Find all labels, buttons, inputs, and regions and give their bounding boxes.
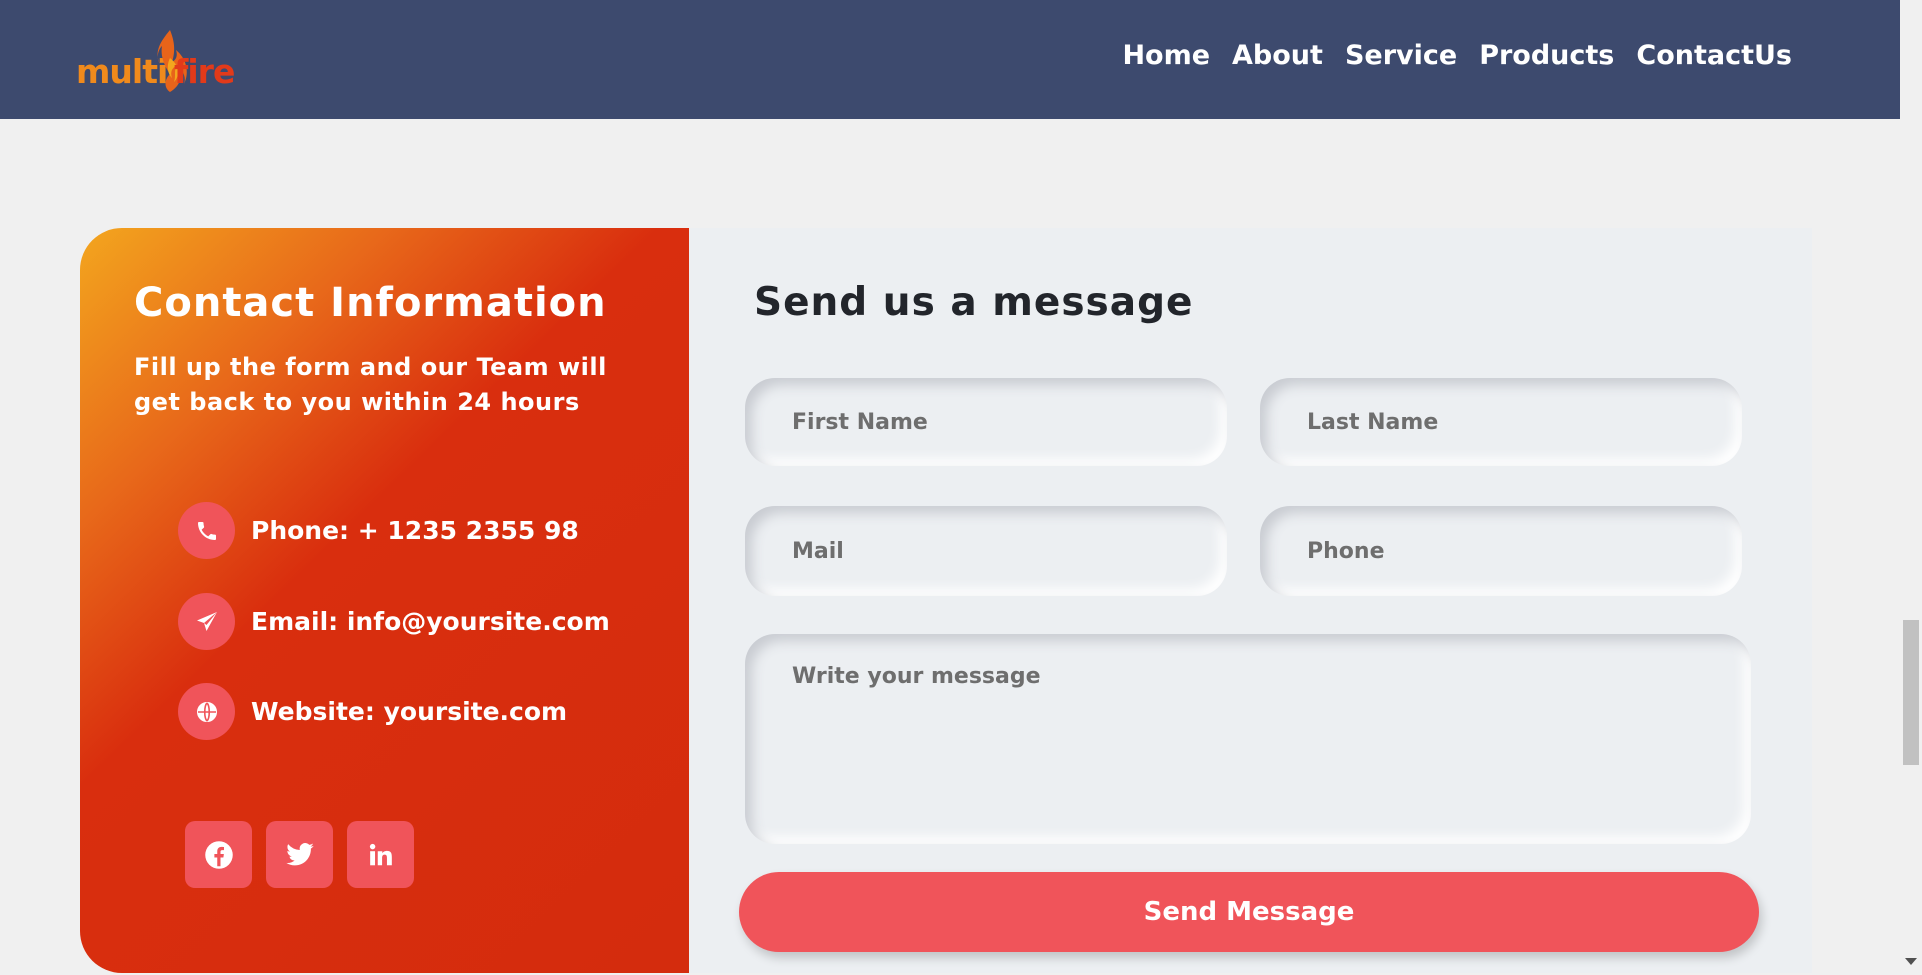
scrollbar[interactable] bbox=[1900, 0, 1922, 975]
phone-input[interactable] bbox=[1260, 506, 1742, 596]
first-name-field[interactable] bbox=[745, 378, 1227, 466]
scroll-down-arrow-icon[interactable] bbox=[1905, 958, 1917, 965]
nav-service[interactable]: Service bbox=[1345, 40, 1457, 71]
nav-about[interactable]: About bbox=[1232, 40, 1323, 71]
phone-text: Phone: + 1235 2355 98 bbox=[251, 516, 579, 545]
first-name-input[interactable] bbox=[745, 378, 1227, 466]
phone-field[interactable] bbox=[1260, 506, 1742, 596]
last-name-input[interactable] bbox=[1260, 378, 1742, 466]
contact-info-title: Contact Information bbox=[134, 280, 607, 326]
globe-icon bbox=[178, 683, 235, 740]
contact-info-panel: Contact Information Fill up the form and… bbox=[80, 228, 689, 973]
mail-input[interactable] bbox=[745, 506, 1227, 596]
phone-row: Phone: + 1235 2355 98 bbox=[178, 502, 579, 559]
paper-plane-icon bbox=[178, 593, 235, 650]
send-message-button[interactable]: Send Message bbox=[739, 872, 1759, 952]
form-title: Send us a message bbox=[754, 280, 1194, 325]
phone-icon bbox=[178, 502, 235, 559]
mail-field[interactable] bbox=[745, 506, 1227, 596]
logo[interactable]: multi fire bbox=[76, 28, 241, 94]
nav-home[interactable]: Home bbox=[1122, 40, 1210, 71]
contact-card: Contact Information Fill up the form and… bbox=[80, 228, 1812, 973]
contact-info-subtitle: Fill up the form and our Team will get b… bbox=[134, 353, 607, 416]
email-row: Email: info@yoursite.com bbox=[178, 593, 610, 650]
website-row: Website: yoursite.com bbox=[178, 683, 567, 740]
facebook-icon[interactable] bbox=[185, 821, 252, 888]
nav-contactus[interactable]: ContactUs bbox=[1636, 40, 1792, 71]
message-textarea[interactable] bbox=[745, 634, 1751, 844]
logo-text-fire: fire bbox=[174, 52, 235, 91]
email-text: Email: info@yoursite.com bbox=[251, 607, 610, 636]
last-name-field[interactable] bbox=[1260, 378, 1742, 466]
website-text: Website: yoursite.com bbox=[251, 697, 568, 726]
twitter-icon[interactable] bbox=[266, 821, 333, 888]
message-field[interactable] bbox=[745, 634, 1751, 844]
scrollbar-thumb[interactable] bbox=[1903, 620, 1919, 765]
social-links bbox=[185, 821, 414, 888]
nav-products[interactable]: Products bbox=[1479, 40, 1614, 71]
main-nav: Home About Service Products ContactUs bbox=[1122, 40, 1792, 71]
message-form: Send us a message Send Message bbox=[689, 228, 1812, 973]
linkedin-icon[interactable] bbox=[347, 821, 414, 888]
navbar: multi fire Home About Service Products C… bbox=[0, 0, 1900, 119]
